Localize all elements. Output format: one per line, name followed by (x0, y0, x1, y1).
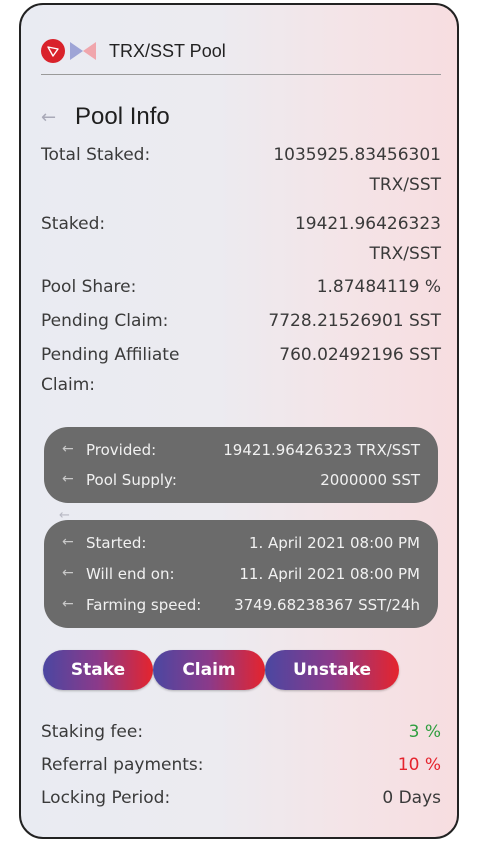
provided-label: Provided: (86, 441, 157, 459)
staked-value: 19421.96426323 (294, 214, 441, 234)
arrow-left-icon: ← (62, 596, 74, 612)
stake-button[interactable]: Stake (43, 650, 153, 690)
liquidity-box: ← Provided: 19421.96426323 TRX/SST ← Poo… (44, 427, 438, 503)
staked-row: Staked: 19421.96426323 TRX/SST (41, 214, 441, 270)
pending-affiliate-row: Pending Affiliate Claim: 760.02492196 SS… (41, 345, 441, 401)
staking-fee-value: 3 % (408, 722, 441, 742)
schedule-box: ← Started: 1. April 2021 08:00 PM ← Will… (44, 520, 438, 628)
provided-value: 19421.96426323 TRX/SST (223, 441, 420, 459)
pending-affiliate-value: 760.02492196 SST (279, 345, 441, 365)
started-label: Started: (86, 534, 147, 552)
pool-header: TRX/SST Pool (41, 33, 441, 69)
started-row: ← Started: 1. April 2021 08:00 PM (62, 534, 420, 556)
staked-label: Staked: (41, 214, 106, 234)
header-divider (41, 74, 441, 75)
pool-supply-value: 2000000 SST (320, 471, 420, 489)
pool-info-title: Pool Info (75, 103, 170, 130)
sst-logo-icon (69, 40, 97, 62)
staked-unit: TRX/SST (369, 244, 441, 264)
pool-share-value: 1.87484119 % (316, 277, 441, 297)
locking-period-value: 0 Days (382, 788, 441, 808)
arrow-left-icon: ← (62, 471, 74, 487)
pool-share-row: Pool Share: 1.87484119 % (41, 277, 441, 301)
referral-payments-row: Referral payments: 10 % (41, 755, 441, 779)
farming-speed-label: Farming speed: (86, 596, 202, 614)
will-end-on-value: 11. April 2021 08:00 PM (239, 565, 420, 583)
total-staked-value: 1035925.83456301 (273, 145, 441, 165)
pending-claim-value: 7728.21526901 SST (268, 311, 441, 331)
tron-logo-icon (41, 39, 65, 63)
pending-affiliate-label: Pending Affiliate (41, 345, 180, 365)
started-value: 1. April 2021 08:00 PM (248, 534, 420, 552)
referral-payments-value: 10 % (397, 755, 441, 775)
claim-button[interactable]: Claim (153, 650, 265, 690)
pool-share-label: Pool Share: (41, 277, 137, 297)
staking-fee-label: Staking fee: (41, 722, 144, 742)
pool-title: TRX/SST Pool (109, 40, 226, 61)
section-title: ← Pool Info (41, 103, 170, 131)
arrow-left-icon: ← (62, 565, 74, 581)
back-arrow-icon[interactable]: ← (41, 107, 63, 128)
will-end-on-row: ← Will end on: 11. April 2021 08:00 PM (62, 565, 420, 587)
pending-claim-row: Pending Claim: 7728.21526901 SST (41, 311, 441, 335)
pending-affiliate-label-2: Claim: (41, 375, 96, 395)
pending-claim-label: Pending Claim: (41, 311, 169, 331)
total-staked-row: Total Staked: 1035925.83456301 TRX/SST (41, 145, 441, 201)
farming-speed-row: ← Farming speed: 3749.68238367 SST/24h (62, 596, 420, 618)
provided-row: ← Provided: 19421.96426323 TRX/SST (62, 441, 420, 463)
pool-supply-label: Pool Supply: (86, 471, 177, 489)
locking-period-label: Locking Period: (41, 788, 171, 808)
referral-payments-label: Referral payments: (41, 755, 204, 775)
staking-fee-row: Staking fee: 3 % (41, 722, 441, 746)
action-buttons: Stake Claim Unstake (43, 650, 443, 690)
farming-speed-value: 3749.68238367 SST/24h (234, 596, 420, 614)
unstake-button[interactable]: Unstake (265, 650, 399, 690)
arrow-left-icon: ← (62, 441, 74, 457)
will-end-on-label: Will end on: (86, 565, 175, 583)
total-staked-label: Total Staked: (41, 145, 151, 165)
arrow-left-icon: ← (62, 534, 74, 550)
pool-supply-row: ← Pool Supply: 2000000 SST (62, 471, 420, 493)
pool-card: TRX/SST Pool ← Pool Info Total Staked: 1… (19, 3, 459, 839)
locking-period-row: Locking Period: 0 Days (41, 788, 441, 812)
total-staked-unit: TRX/SST (369, 175, 441, 195)
